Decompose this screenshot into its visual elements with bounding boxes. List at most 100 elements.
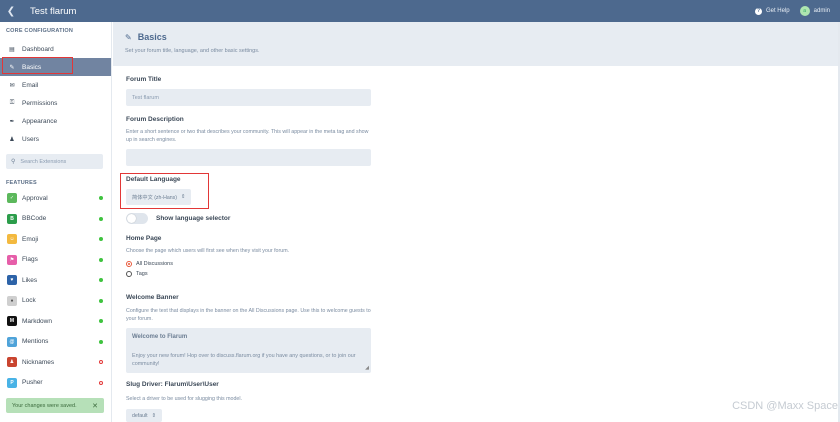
- sidebar-item-dashboard[interactable]: ▤ Dashboard: [0, 40, 111, 58]
- markdown-icon: M: [7, 316, 17, 327]
- highlight-box-basics: [2, 57, 73, 74]
- welcome-body-text: Enjoy your new forum! Hop over to discus…: [132, 353, 356, 367]
- extension-item-likes[interactable]: ♥ Likes: [0, 270, 111, 291]
- enabled-status-dot: [99, 216, 103, 221]
- radio-label: Tags: [136, 271, 148, 277]
- extension-item-approval[interactable]: ✓ Approval: [0, 188, 111, 209]
- extension-label: BBCode: [22, 215, 47, 223]
- get-help-link[interactable]: Get Help: [766, 8, 790, 14]
- forum-title-label: Forum Title: [126, 76, 162, 83]
- check-icon: ✓: [7, 193, 17, 204]
- extension-item-mentions[interactable]: @ Mentions: [0, 332, 111, 353]
- radio-label: All Discussions: [136, 261, 173, 267]
- app-title[interactable]: Test flarum: [30, 6, 76, 17]
- enabled-status-dot: [99, 196, 103, 201]
- features-heading: FEATURES: [6, 180, 37, 186]
- top-header: ❮ Test flarum ? Get Help a admin: [0, 0, 840, 22]
- extension-label: Approval: [22, 194, 48, 202]
- close-icon[interactable]: ✕: [92, 402, 98, 410]
- sidebar-item-label: Dashboard: [22, 45, 54, 53]
- header-actions: ? Get Help a admin: [754, 0, 830, 22]
- home-page-help: Choose the page which users will first s…: [126, 248, 290, 254]
- default-language-select[interactable]: 简体中文 (zh-Hans) ⇕: [126, 189, 192, 205]
- welcome-banner-textarea[interactable]: Welcome to Flarum Enjoy your new forum! …: [126, 328, 371, 373]
- key-icon: ⚿: [9, 99, 15, 106]
- extension-item-flags[interactable]: ⚑ Flags: [0, 250, 111, 271]
- slug-driver-select[interactable]: default ⇕: [126, 409, 162, 422]
- enabled-status-dot: [99, 237, 103, 242]
- user-tag-icon: ♟: [7, 357, 17, 368]
- users-icon: ♟: [9, 136, 15, 143]
- extension-label: Nicknames: [22, 358, 55, 366]
- enabled-status-dot: [99, 278, 103, 283]
- chart-icon: ▤: [9, 46, 15, 53]
- chevron-left-icon[interactable]: ❮: [0, 0, 22, 22]
- default-language-value: 简体中文 (zh-Hans): [132, 194, 177, 201]
- page-header: ✎ Basics Set your forum title, language,…: [113, 22, 840, 66]
- lock-icon: ●: [7, 295, 17, 306]
- watermark: CSDN @Maxx Space: [732, 400, 838, 412]
- extension-label: Flags: [22, 256, 38, 264]
- question-circle-icon[interactable]: ?: [754, 7, 762, 15]
- extension-item-bbcode[interactable]: B BBCode: [0, 209, 111, 230]
- disabled-status-dot: [99, 380, 103, 385]
- core-configuration-heading: CORE CONFIGURATION: [6, 28, 74, 34]
- extension-item-pusher[interactable]: P Pusher: [0, 373, 111, 394]
- sidebar-item-email[interactable]: ✉ Email: [0, 76, 111, 94]
- extension-item-markdown[interactable]: M Markdown: [0, 311, 111, 332]
- show-language-selector-toggle[interactable]: [126, 213, 148, 224]
- paintbrush-icon: ✒: [9, 118, 15, 125]
- disabled-status-dot: [99, 360, 103, 365]
- forum-title-input[interactable]: Test flarum: [126, 89, 371, 106]
- search-icon: ⚲: [11, 159, 16, 165]
- pusher-icon: P: [7, 377, 17, 388]
- main-content: ✎ Basics Set your forum title, language,…: [113, 22, 840, 422]
- radio-tags[interactable]: Tags: [126, 271, 148, 277]
- search-extensions-input[interactable]: ⚲ Search Extensions: [6, 154, 103, 169]
- radio-button[interactable]: [126, 271, 132, 277]
- extension-label: Pusher: [22, 379, 43, 387]
- flag-icon: ⚑: [7, 254, 17, 265]
- sidebar-item-permissions[interactable]: ⚿ Permissions: [0, 94, 111, 112]
- welcome-title-text: Welcome to Flarum: [132, 334, 188, 340]
- envelope-icon: ✉: [9, 82, 15, 89]
- enabled-status-dot: [99, 298, 103, 303]
- enabled-status-dot: [99, 339, 103, 344]
- sort-icon: ⇕: [180, 194, 186, 200]
- extension-item-emoji[interactable]: ☺ Emoji: [0, 229, 111, 250]
- sort-icon: ⇕: [151, 412, 156, 419]
- enabled-status-dot: [99, 319, 103, 324]
- extension-label: Lock: [22, 297, 36, 305]
- success-toast: Your changes were saved. ✕: [6, 398, 104, 413]
- sidebar-item-label: Appearance: [22, 117, 58, 125]
- smile-icon: ☺: [7, 234, 17, 245]
- bold-icon: B: [7, 213, 17, 224]
- page-title: ✎ Basics: [125, 32, 840, 42]
- extension-label: Emoji: [22, 235, 39, 243]
- extension-item-nicknames[interactable]: ♟ Nicknames: [0, 352, 111, 373]
- radio-button[interactable]: [126, 261, 132, 267]
- extension-label: Likes: [22, 276, 38, 284]
- sidebar-item-label: Email: [22, 81, 39, 89]
- slug-driver-value: default: [132, 412, 148, 419]
- radio-all-discussions[interactable]: All Discussions: [126, 261, 173, 267]
- welcome-banner-help: Configure the text that displays in the …: [126, 308, 371, 322]
- avatar[interactable]: a: [799, 6, 810, 16]
- sidebar-item-users[interactable]: ♟ Users: [0, 130, 111, 148]
- page-title-text: Basics: [137, 32, 167, 42]
- page-subtitle: Set your forum title, language, and othe…: [125, 48, 260, 54]
- user-name[interactable]: admin: [814, 8, 830, 14]
- search-placeholder: Search Extensions: [20, 158, 67, 165]
- default-language-label: Default Language: [126, 176, 181, 183]
- sidebar-item-label: Permissions: [22, 99, 58, 107]
- at-icon: @: [7, 336, 17, 347]
- extension-item-lock[interactable]: ● Lock: [0, 291, 111, 312]
- resize-handle-icon[interactable]: ◢: [365, 365, 369, 371]
- forum-description-help: Enter a short sentence or two that descr…: [126, 129, 369, 143]
- sidebar-item-appearance[interactable]: ✒ Appearance: [0, 112, 111, 130]
- welcome-banner-label: Welcome Banner: [126, 294, 179, 301]
- forum-description-input[interactable]: [126, 149, 371, 166]
- enabled-status-dot: [99, 257, 103, 262]
- extension-label: Mentions: [22, 338, 49, 346]
- sidebar: CORE CONFIGURATION ▤ Dashboard ✎ Basics …: [0, 22, 112, 422]
